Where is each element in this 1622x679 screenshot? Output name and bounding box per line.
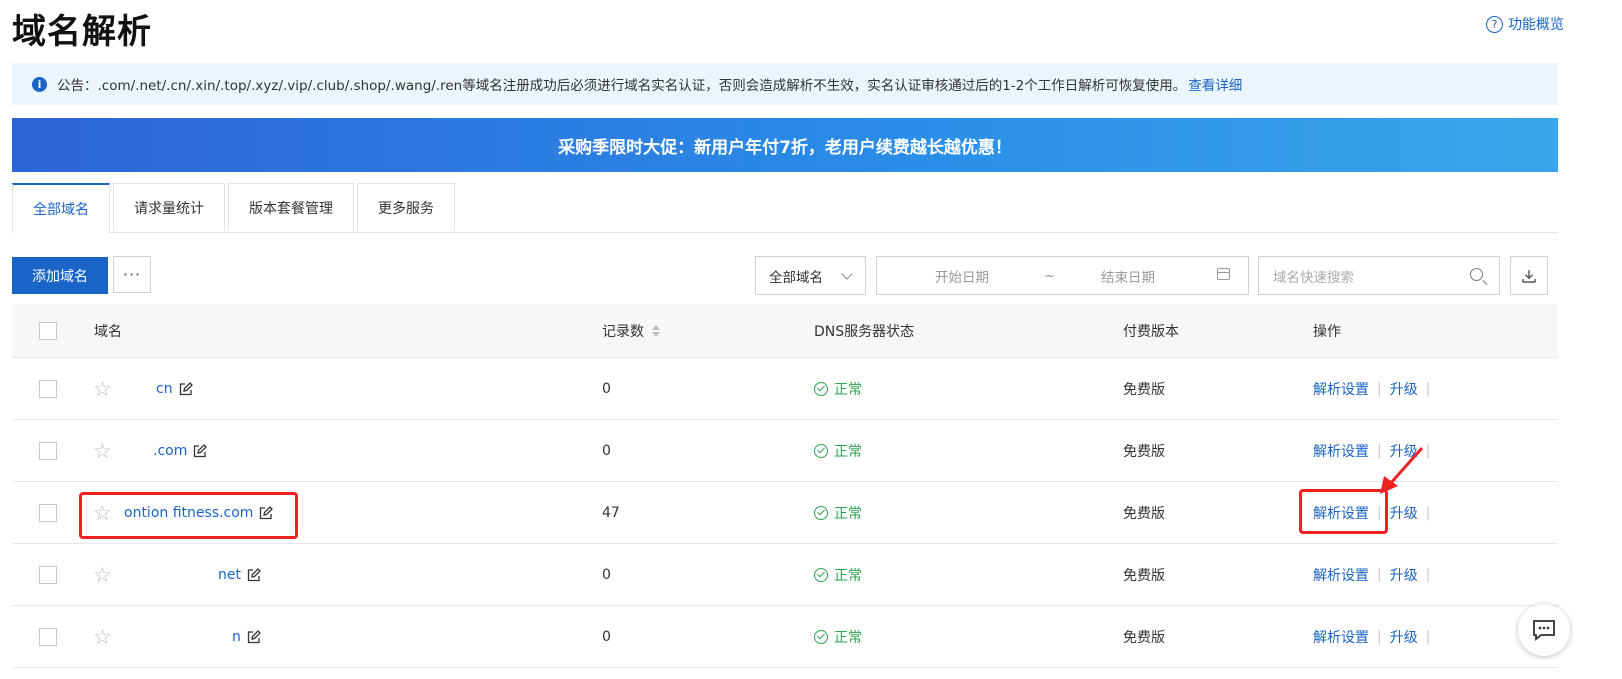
table-row: ☆ n 0 正常 免费版 解析设置 | 升级 |	[12, 606, 1558, 668]
resolve-settings-link[interactable]: 解析设置	[1313, 441, 1369, 461]
upgrade-link[interactable]: 升级	[1390, 379, 1418, 399]
help-overview-link[interactable]: ? 功能概览	[1486, 14, 1564, 34]
tab-bar: 全部域名 请求量统计 版本套餐管理 更多服务	[12, 183, 1558, 233]
check-circle-icon	[814, 629, 828, 644]
edit-icon[interactable]	[193, 443, 208, 458]
date-range-picker[interactable]: 开始日期 ~ 结束日期	[876, 256, 1249, 295]
chat-icon	[1533, 620, 1555, 641]
header-records-label: 记录数	[602, 323, 644, 340]
row-checkbox[interactable]	[39, 627, 57, 646]
notice-details-link[interactable]: 查看详细	[1188, 74, 1242, 94]
plan-version: 免费版	[1123, 567, 1165, 584]
table-row: ☆ .com 0 正常 免费版 解析设置 | 升级 |	[12, 420, 1558, 482]
row-checkbox[interactable]	[39, 565, 57, 584]
dns-status: 正常	[814, 503, 862, 523]
calendar-icon	[1217, 268, 1230, 280]
upgrade-link[interactable]: 升级	[1390, 627, 1418, 647]
plan-version: 免费版	[1123, 381, 1165, 398]
dns-status: 正常	[814, 565, 862, 585]
domain-name-link[interactable]: .com	[153, 443, 187, 459]
row-checkbox[interactable]	[39, 379, 57, 398]
chat-support-button[interactable]	[1518, 604, 1570, 656]
question-icon: ?	[1486, 15, 1503, 33]
tab-more-services[interactable]: 更多服务	[357, 183, 455, 231]
tab-request-stats[interactable]: 请求量统计	[113, 183, 225, 231]
domain-search-input[interactable]: 域名快速搜索	[1258, 256, 1500, 295]
plan-version: 免费版	[1123, 629, 1165, 646]
annotation-highlight-domain	[79, 492, 298, 539]
sort-icon[interactable]	[652, 324, 660, 337]
star-icon[interactable]: ☆	[93, 439, 112, 463]
tab-all-domains[interactable]: 全部域名	[12, 183, 110, 233]
header-dns-status: DNS服务器状态	[814, 323, 915, 340]
promo-banner[interactable]: 采购季限时大促：新用户年付7折，老用户续费越长越优惠！	[12, 118, 1558, 172]
resolve-settings-link[interactable]: 解析设置	[1313, 627, 1369, 647]
search-placeholder: 域名快速搜索	[1273, 269, 1354, 286]
download-icon	[1522, 269, 1536, 283]
more-actions-button[interactable]: ···	[113, 256, 151, 293]
upgrade-link[interactable]: 升级	[1390, 565, 1418, 585]
star-icon[interactable]: ☆	[93, 563, 112, 587]
domain-name-link[interactable]: n	[232, 629, 241, 645]
header-records[interactable]: 记录数	[602, 304, 660, 357]
filter-value: 全部域名	[769, 269, 823, 286]
dns-status: 正常	[814, 441, 862, 461]
tab-plan-management[interactable]: 版本套餐管理	[228, 183, 354, 231]
domain-name-link[interactable]: cn	[156, 381, 173, 397]
resolve-settings-link[interactable]: 解析设置	[1313, 379, 1369, 399]
search-icon[interactable]	[1470, 268, 1483, 281]
check-circle-icon	[814, 505, 828, 520]
row-checkbox[interactable]	[39, 441, 57, 460]
upgrade-link[interactable]: 升级	[1390, 503, 1418, 523]
table-header: 域名 记录数 DNS服务器状态 付费版本 操作	[12, 304, 1558, 358]
domain-table: 域名 记录数 DNS服务器状态 付费版本 操作 ☆ cn 0 正常 免费版 解析…	[12, 304, 1558, 668]
record-count: 0	[602, 628, 611, 645]
star-icon[interactable]: ☆	[93, 377, 112, 401]
record-count: 0	[602, 566, 611, 583]
download-button[interactable]	[1510, 256, 1548, 295]
start-date-input[interactable]: 开始日期	[877, 266, 1047, 286]
check-circle-icon	[814, 381, 828, 396]
add-domain-button[interactable]: 添加域名	[12, 257, 108, 294]
header-plan: 付费版本	[1123, 323, 1179, 340]
select-all-checkbox[interactable]	[39, 321, 57, 340]
edit-icon[interactable]	[247, 629, 261, 644]
notice-text: 公告：.com/.net/.cn/.xin/.top/.xyz/.vip/.cl…	[57, 78, 1187, 94]
help-label: 功能概览	[1508, 17, 1564, 33]
table-row: ☆ net 0 正常 免费版 解析设置 | 升级 |	[12, 544, 1558, 606]
plan-version: 免费版	[1123, 443, 1165, 460]
dns-status: 正常	[814, 379, 862, 399]
annotation-arrow-icon	[1380, 447, 1424, 494]
promo-text: 采购季限时大促：新用户年付7折，老用户续费越长越优惠！	[558, 137, 1012, 158]
record-count: 0	[602, 380, 611, 397]
check-circle-icon	[814, 567, 828, 582]
header-actions: 操作	[1313, 323, 1341, 340]
edit-icon[interactable]	[247, 567, 261, 582]
end-date-input[interactable]: 结束日期	[1101, 266, 1155, 286]
domain-name-link[interactable]: net	[218, 567, 241, 583]
page-title: 域名解析	[12, 12, 152, 52]
record-count: 47	[602, 504, 620, 521]
record-count: 0	[602, 442, 611, 459]
table-row: ☆ cn 0 正常 免费版 解析设置 | 升级 |	[12, 358, 1558, 420]
notice-bar: i 公告：.com/.net/.cn/.xin/.top/.xyz/.vip/.…	[12, 63, 1558, 105]
check-circle-icon	[814, 443, 828, 458]
star-icon[interactable]: ☆	[93, 625, 112, 649]
row-checkbox[interactable]	[39, 503, 57, 522]
dns-status: 正常	[814, 627, 862, 647]
header-domain: 域名	[94, 323, 122, 340]
resolve-settings-link[interactable]: 解析设置	[1313, 565, 1369, 585]
edit-icon[interactable]	[179, 381, 193, 396]
plan-version: 免费版	[1123, 505, 1165, 522]
info-icon: i	[32, 76, 47, 92]
chevron-down-icon	[841, 268, 853, 280]
domain-filter-select[interactable]: 全部域名	[755, 256, 866, 295]
